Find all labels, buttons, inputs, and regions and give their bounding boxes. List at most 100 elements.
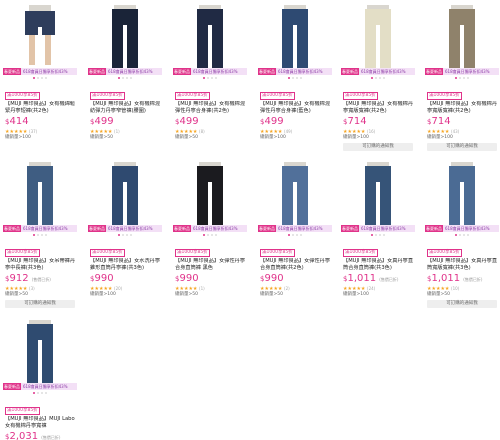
image-dots[interactable] (258, 77, 332, 80)
image-dots[interactable] (258, 234, 332, 237)
image-dots[interactable] (173, 234, 247, 237)
dot-indicator[interactable] (292, 77, 294, 79)
product-title[interactable]: 【MUJI 無印良品】女有機棉混彈性丹寧合身褲(共2色) (175, 101, 247, 114)
dot-indicator[interactable] (203, 77, 205, 79)
dot-indicator[interactable] (288, 234, 290, 236)
dot-indicator[interactable] (203, 234, 205, 236)
notify-button[interactable]: 可訂購的通知我 (5, 300, 75, 308)
dot-indicator[interactable] (459, 77, 461, 79)
dot-indicator[interactable] (379, 234, 381, 236)
product-card[interactable]: 春夏新品 618會員日獨享折扣43% 滿1000享85折 【MUJI 無印良品】… (173, 162, 247, 297)
notify-button[interactable]: 可訂購的通知我 (427, 143, 497, 151)
dot-indicator[interactable] (292, 234, 294, 236)
product-image[interactable] (173, 5, 247, 68)
dot-indicator[interactable] (215, 234, 217, 236)
dot-indicator[interactable] (33, 77, 35, 79)
dot-indicator[interactable] (130, 77, 132, 79)
dot-indicator[interactable] (45, 392, 47, 394)
product-image[interactable] (3, 320, 77, 383)
dot-indicator[interactable] (459, 234, 461, 236)
product-title[interactable]: 【MUJI 無印良品】女有機棉混紡彈力丹寧窄管褲(腰圍) (90, 101, 162, 114)
dot-indicator[interactable] (455, 234, 457, 236)
product-title[interactable]: 【MUJI 無印良品】女有機棉丹寧寬版寬褲(共2色) (427, 101, 499, 114)
product-card[interactable]: 春夏新品 618會員日獨享折扣43% 滿1000享85折 【MUJI 無印良品】… (341, 162, 415, 297)
dot-indicator[interactable] (37, 234, 39, 236)
product-title[interactable]: 【MUJI 無印良品】女真丹寧直筒合身直筒褲(共3色) (343, 258, 415, 271)
dot-indicator[interactable] (33, 234, 35, 236)
image-dots[interactable] (425, 77, 499, 80)
product-image[interactable] (173, 162, 247, 225)
product-image[interactable] (88, 162, 162, 225)
dot-indicator[interactable] (211, 234, 213, 236)
dot-indicator[interactable] (375, 234, 377, 236)
dot-indicator[interactable] (467, 234, 469, 236)
dot-indicator[interactable] (379, 77, 381, 79)
product-image[interactable] (341, 162, 415, 225)
product-title[interactable]: 【MUJI 無印良品】女有機綿鬆緊丹寧短褲(共2色) (5, 101, 77, 114)
product-card[interactable]: 春夏新品 618會員日獨享折扣43% 滿1000享85折 【MUJI 無印良品】… (3, 5, 77, 140)
dot-indicator[interactable] (33, 392, 35, 394)
dot-indicator[interactable] (296, 234, 298, 236)
image-dots[interactable] (425, 234, 499, 237)
product-image[interactable] (3, 5, 77, 68)
dot-indicator[interactable] (383, 234, 385, 236)
dot-indicator[interactable] (211, 77, 213, 79)
dot-indicator[interactable] (383, 77, 385, 79)
dot-indicator[interactable] (45, 234, 47, 236)
product-card[interactable]: 春夏新品 618會員日獨享折扣43% 滿1000享85折 【MUJI 無印良品】… (3, 320, 77, 440)
product-image[interactable] (258, 5, 332, 68)
product-title[interactable]: 【MUJI 無印良品】女水洗丹寧錐形直筒丹寧褲(共3色) (90, 258, 162, 271)
product-image[interactable] (425, 162, 499, 225)
dot-indicator[interactable] (41, 234, 43, 236)
dot-indicator[interactable] (288, 77, 290, 79)
dot-indicator[interactable] (296, 77, 298, 79)
image-dots[interactable] (341, 234, 415, 237)
dot-indicator[interactable] (455, 77, 457, 79)
image-dots[interactable] (3, 234, 77, 237)
product-image[interactable] (425, 5, 499, 68)
image-dots[interactable] (88, 77, 162, 80)
product-title[interactable]: 【MUJI 無印良品】女有機棉混彈性丹寧合身褲(藍色) (260, 101, 332, 114)
product-title[interactable]: 【MUJI 無印良品】女真丹寧直筒寬版寬褲(共3色) (427, 258, 499, 271)
dot-indicator[interactable] (41, 392, 43, 394)
product-card[interactable]: 春夏新品 618會員日獨享折扣43% 滿1000享85折 【MUJI 無印良品】… (258, 5, 332, 140)
product-image[interactable] (258, 162, 332, 225)
dot-indicator[interactable] (300, 77, 302, 79)
dot-indicator[interactable] (45, 77, 47, 79)
dot-indicator[interactable] (37, 77, 39, 79)
product-card[interactable]: 春夏新品 618會員日獨享折扣43% 滿1000享85折 【MUJI 無印良品】… (425, 5, 499, 151)
product-image[interactable] (341, 5, 415, 68)
dot-indicator[interactable] (207, 77, 209, 79)
dot-indicator[interactable] (118, 234, 120, 236)
product-title[interactable]: 【MUJI 無印良品】女彈性丹寧合身直筒褲 黑色 (175, 258, 247, 271)
dot-indicator[interactable] (37, 392, 39, 394)
product-title[interactable]: 【MUJI 無印良品】女彈性丹寧合身直筒褲(共2色) (260, 258, 332, 271)
dot-indicator[interactable] (122, 77, 124, 79)
image-dots[interactable] (3, 392, 77, 395)
image-dots[interactable] (341, 77, 415, 80)
image-dots[interactable] (88, 234, 162, 237)
product-image[interactable] (88, 5, 162, 68)
dot-indicator[interactable] (371, 77, 373, 79)
product-card[interactable]: 春夏新品 618會員日獨享折扣43% 滿1000享85折 【MUJI 無印良品】… (88, 162, 162, 297)
dot-indicator[interactable] (463, 77, 465, 79)
dot-indicator[interactable] (375, 77, 377, 79)
product-card[interactable]: 春夏新品 618會員日獨享折扣43% 滿1000享85折 【MUJI 無印良品】… (88, 5, 162, 140)
dot-indicator[interactable] (207, 234, 209, 236)
product-title[interactable]: 【MUJI 無印良品】MUJI Labo 女有機棉丹寧寬褲 (5, 416, 77, 429)
dot-indicator[interactable] (118, 77, 120, 79)
image-dots[interactable] (3, 77, 77, 80)
dot-indicator[interactable] (215, 77, 217, 79)
product-title[interactable]: 【MUJI 無印良品】女吊帶褲丹寧中長褲(共3色) (5, 258, 77, 271)
dot-indicator[interactable] (467, 77, 469, 79)
product-card[interactable]: 春夏新品 618會員日獨享折扣43% 滿1000享85折 【MUJI 無印良品】… (258, 162, 332, 297)
product-card[interactable]: 春夏新品 618會員日獨享折扣43% 滿1000享85折 【MUJI 無印良品】… (3, 162, 77, 308)
product-card[interactable]: 春夏新品 618會員日獨享折扣43% 滿1000享85折 【MUJI 無印良品】… (341, 5, 415, 151)
notify-button[interactable]: 可訂購的通知我 (427, 300, 497, 308)
dot-indicator[interactable] (126, 234, 128, 236)
dot-indicator[interactable] (300, 234, 302, 236)
product-card[interactable]: 春夏新品 618會員日獨享折扣43% 滿1000享85折 【MUJI 無印良品】… (425, 162, 499, 308)
dot-indicator[interactable] (130, 234, 132, 236)
dot-indicator[interactable] (371, 234, 373, 236)
dot-indicator[interactable] (463, 234, 465, 236)
